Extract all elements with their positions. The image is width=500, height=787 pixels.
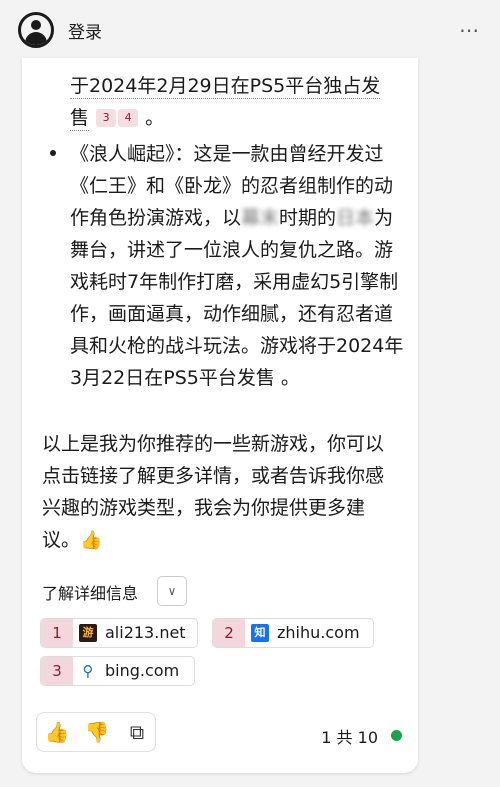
- zhihu-favicon-icon: 知: [251, 624, 269, 642]
- cited-text: 于2024年2月29日在PS5平台独占发: [70, 75, 381, 99]
- source-number: 2: [213, 619, 245, 647]
- chevron-down-icon[interactable]: ∨: [157, 576, 187, 606]
- user-avatar-icon[interactable]: [18, 12, 54, 48]
- bullet-point-icon: [50, 150, 56, 156]
- learn-more-label: 了解详细信息: [42, 584, 139, 603]
- source-domain: zhihu.com: [277, 623, 360, 642]
- more-options-icon[interactable]: ⋯: [459, 18, 480, 42]
- source-domain: bing.com: [105, 661, 180, 680]
- thumbs-down-icon[interactable]: 👎: [77, 713, 117, 751]
- citation-badge[interactable]: 3: [96, 109, 117, 127]
- response-count: 1 共 10: [321, 728, 378, 747]
- chat-response-card: 于2024年2月29日在PS5平台独占发 售 34 。 《浪人崛起》：这是一款由…: [22, 58, 418, 773]
- feedback-action-bar: 👍 👎 ⧉: [36, 712, 156, 752]
- source-domain: ali213.net: [105, 623, 186, 642]
- top-bar: 登录 ⋯: [0, 0, 500, 58]
- thumbs-up-emoji-icon: 👍: [80, 530, 103, 551]
- item-text: 为舞台，讲述了一位浪人的复仇之路。游戏耗时7年制作打磨，采用虚幻5引擎制作，画面…: [70, 207, 404, 389]
- redacted-text: 日本: [336, 207, 375, 229]
- game-item-tail: 于2024年2月29日在PS5平台独占发 售 34 。: [70, 70, 410, 134]
- login-link[interactable]: 登录: [68, 18, 102, 43]
- thumbs-up-icon[interactable]: 👍: [37, 713, 77, 751]
- source-link-zhihu[interactable]: 2 知 zhihu.com: [212, 618, 374, 648]
- ali213-favicon-icon: 游: [79, 624, 97, 642]
- game-item-rise-of-ronin: 《浪人崛起》：这是一款由曾经开发过《仁王》和《卧龙》的忍者组制作的动作角色扮演游…: [70, 138, 408, 394]
- copy-icon[interactable]: ⧉: [117, 713, 157, 751]
- status-dot-icon: [391, 730, 402, 741]
- citation-badge[interactable]: 4: [118, 109, 139, 127]
- source-link-ali213[interactable]: 1 游 ali213.net: [40, 618, 198, 648]
- source-number: 3: [41, 657, 73, 685]
- cited-text-end: 售: [70, 107, 90, 131]
- search-icon: ⚲: [82, 662, 94, 680]
- source-link-bing[interactable]: 3 ⚲ bing.com: [40, 656, 195, 686]
- redacted-text: 幕末: [241, 207, 280, 229]
- summary-paragraph: 以上是我为你推荐的一些新游戏，你可以点击链接了解更多详情，或者告诉我你感兴趣的游…: [42, 428, 402, 557]
- period: 。: [145, 107, 165, 129]
- item-text: 时期的: [279, 207, 337, 229]
- source-number: 1: [41, 619, 73, 647]
